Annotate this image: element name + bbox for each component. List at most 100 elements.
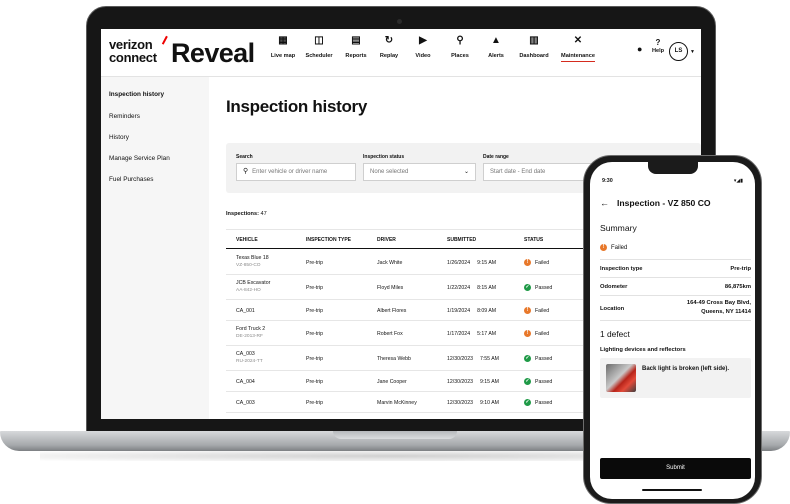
nav-label: Places bbox=[451, 53, 469, 59]
cell-driver: Marvin McKinney bbox=[377, 399, 417, 406]
column-header-driver[interactable]: DRIVER bbox=[377, 237, 396, 243]
failed-icon: ! bbox=[524, 258, 531, 266]
status-text: Failed bbox=[611, 245, 628, 252]
sidebar-item-reminders[interactable]: Reminders bbox=[109, 113, 140, 120]
column-header-inspection-type[interactable]: INSPECTION TYPE bbox=[306, 237, 351, 243]
nav-label: Reports bbox=[345, 53, 367, 59]
cell-submitted: 1/17/2024 5:17 AM bbox=[447, 331, 496, 337]
sidebar-item-manage-service-plan[interactable]: Manage Service Plan bbox=[109, 155, 170, 162]
submitted-date: 1/19/2024 bbox=[447, 307, 471, 314]
dashboard-icon: ▥ bbox=[529, 35, 539, 46]
detail-location: Location 164-49 Cross Bay Blvd, Queens, … bbox=[600, 295, 751, 321]
vehicle-name: CA_001 bbox=[236, 307, 255, 314]
defect-text: Back light is broken (left side). bbox=[642, 366, 730, 372]
sidebar-item-fuel-purchases[interactable]: Fuel Purchases bbox=[109, 176, 153, 183]
cell-status: ✓ Passed bbox=[524, 377, 553, 385]
detail-odometer: Odometer 86,875km bbox=[600, 277, 751, 295]
status-badge: ! Failed bbox=[600, 244, 627, 251]
status-select[interactable]: None selected ⌄ bbox=[363, 163, 476, 181]
status-text: Passed bbox=[535, 378, 553, 385]
cell-vehicle[interactable]: CA_003 RU-2024-TT bbox=[236, 351, 263, 364]
cell-vehicle[interactable]: CA_001 bbox=[236, 308, 255, 314]
camera bbox=[397, 19, 402, 24]
submitted-time: 5:17 AM bbox=[477, 330, 497, 337]
status-label: Inspection status bbox=[363, 154, 405, 160]
detail-value: Pre-trip bbox=[730, 266, 751, 272]
submitted-time: 7:55 AM bbox=[479, 355, 500, 362]
sidebar-item-history[interactable]: History bbox=[109, 134, 129, 141]
cell-submitted: 12/30/2023 7:55 AM bbox=[447, 356, 499, 362]
help-label: Help bbox=[651, 48, 665, 54]
date-range-input[interactable]: Start date - End date bbox=[483, 163, 593, 181]
defect-photo[interactable] bbox=[606, 364, 636, 392]
phone-header: ← Inspection - VZ 850 CO bbox=[590, 192, 755, 214]
passed-icon: ✓ bbox=[524, 283, 531, 291]
cell-driver: Jane Cooper bbox=[377, 378, 407, 385]
cell-vehicle[interactable]: Ford Truck 2 DE-2013-RF bbox=[236, 326, 265, 339]
date-range-placeholder: Start date - End date bbox=[490, 169, 546, 175]
cell-vehicle[interactable]: JCB Excavator AA-842-HO bbox=[236, 280, 270, 293]
phone-screen: 9:30 ▾◢▮ ← Inspection - VZ 850 CO Summar… bbox=[590, 162, 755, 499]
cell-inspection-type: Pre-trip bbox=[306, 330, 324, 337]
defect-card[interactable]: Back light is broken (left side). bbox=[600, 358, 751, 398]
date-range-label: Date range bbox=[483, 154, 509, 160]
summary-heading: Summary bbox=[600, 223, 637, 233]
back-arrow-icon[interactable]: ← bbox=[600, 198, 609, 208]
sidebar-item-inspection-history[interactable]: Inspection history bbox=[109, 91, 164, 98]
cell-status: ! Failed bbox=[524, 329, 550, 337]
search-placeholder: Enter vehicle or driver name bbox=[252, 169, 328, 175]
sidebar: Inspection history Reminders History Man… bbox=[101, 77, 209, 419]
chevron-down-icon[interactable]: ▼ bbox=[690, 49, 695, 55]
cell-status: ✓ Passed bbox=[524, 283, 552, 291]
cell-driver: Floyd Miles bbox=[377, 284, 404, 291]
cell-inspection-type: Pre-trip bbox=[306, 259, 324, 266]
submitted-date: 1/17/2024 bbox=[447, 330, 471, 337]
submit-button[interactable]: Submit bbox=[600, 458, 751, 479]
submitted-date: 12/30/2023 bbox=[447, 399, 473, 406]
cell-vehicle[interactable]: CA_004 bbox=[236, 379, 255, 385]
nav-label: Video bbox=[415, 53, 431, 59]
help-button[interactable]: ? Help bbox=[651, 38, 665, 54]
status-text: Failed bbox=[535, 330, 550, 337]
search-input[interactable]: ⚲ Enter vehicle or driver name bbox=[236, 163, 356, 181]
cell-driver: Robert Fox bbox=[377, 330, 403, 337]
brand-bottom: connect bbox=[109, 50, 157, 65]
cell-submitted: 1/19/2024 8:09 AM bbox=[447, 308, 496, 314]
nav-label: Live map bbox=[270, 53, 296, 59]
cell-status: ✓ Passed bbox=[524, 398, 552, 406]
vehicle-name: CA_003 bbox=[236, 399, 255, 406]
nav-label: Alerts bbox=[488, 53, 504, 59]
phone-notch bbox=[648, 162, 698, 174]
cell-submitted: 1/26/2024 9:15 AM bbox=[447, 260, 496, 266]
verizon-connect-reveal-logo[interactable]: verizon connect Reveal bbox=[109, 34, 255, 70]
vehicle-plate: RU-2024-TT bbox=[236, 359, 263, 364]
status-text: Failed bbox=[535, 307, 550, 314]
bell-icon[interactable]: ● bbox=[637, 44, 642, 54]
submitted-time: 9:15 AM bbox=[477, 259, 497, 266]
submitted-time: 8:09 AM bbox=[477, 307, 497, 314]
vehicle-plate: DE-2013-RF bbox=[236, 334, 263, 339]
column-header-submitted[interactable]: SUBMITTED bbox=[447, 237, 476, 243]
nav-label: Maintenance bbox=[561, 53, 595, 62]
status-text: Failed bbox=[535, 259, 550, 266]
nav-label: Dashboard bbox=[519, 53, 549, 59]
cell-vehicle[interactable]: CA_003 bbox=[236, 400, 255, 406]
nav-dashboard[interactable]: ▥ Dashboard bbox=[512, 35, 556, 59]
avatar[interactable]: LS bbox=[669, 42, 688, 61]
column-header-status[interactable]: STATUS bbox=[524, 237, 543, 243]
detail-label: Location bbox=[600, 306, 625, 312]
nav-label: Scheduler bbox=[305, 53, 333, 59]
cell-vehicle[interactable]: Texas Blue 18 VZ-850-CO bbox=[236, 255, 269, 268]
cell-driver: Albert Flores bbox=[377, 307, 407, 314]
column-header-vehicle[interactable]: VEHICLE bbox=[236, 237, 258, 243]
cell-status: ! Failed bbox=[524, 258, 550, 266]
cell-driver: Theresa Webb bbox=[377, 355, 411, 362]
defect-category: Lighting devices and reflectors bbox=[600, 347, 686, 353]
nav-maintenance[interactable]: ✕ Maintenance bbox=[553, 35, 603, 62]
passed-icon: ✓ bbox=[524, 398, 531, 406]
cell-inspection-type: Pre-trip bbox=[306, 307, 324, 314]
phone-title: Inspection - VZ 850 CO bbox=[617, 198, 711, 208]
cell-submitted: 1/22/2024 8:15 AM bbox=[447, 285, 496, 291]
vehicle-name: Texas Blue 18 bbox=[236, 255, 269, 261]
cell-driver: Jack White bbox=[377, 259, 403, 266]
